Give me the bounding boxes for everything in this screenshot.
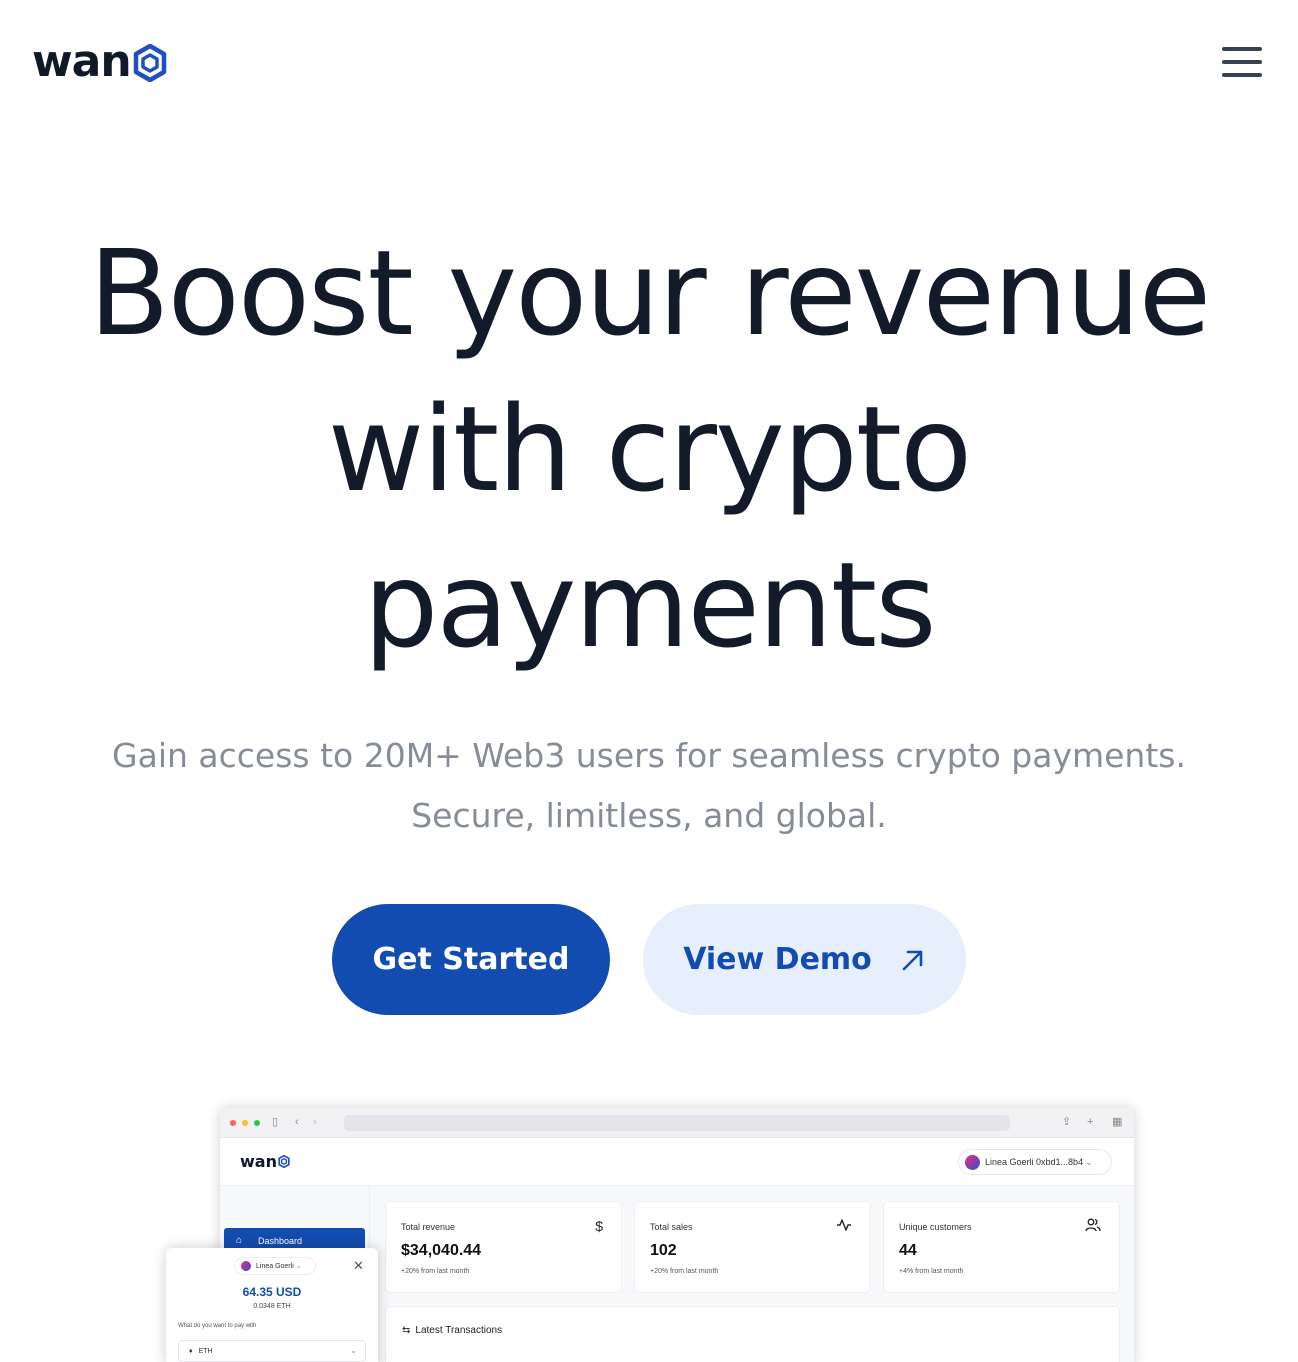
new-tab-icon: + (1087, 1116, 1094, 1128)
stat-card-revenue: Total revenue $ $34,040.44 +20% from las… (385, 1201, 622, 1293)
close-icon: ✕ (353, 1258, 364, 1273)
network-label: Linea Goerli (256, 1262, 294, 1270)
get-started-label: Get Started (372, 942, 570, 977)
preview-main: Total revenue $ $34,040.44 +20% from las… (370, 1186, 1134, 1362)
network-selector: Linea Goerli ⌄ (234, 1257, 316, 1275)
preview-header: wan Linea Goerli 0xbd1...8b4 ⌄ (220, 1138, 1134, 1186)
menu-line (1222, 73, 1262, 77)
maximize-dot-icon (254, 1120, 260, 1126)
sidebar-toggle-icon: ▯ (272, 1116, 279, 1128)
stat-value: $34,040.44 (401, 1242, 482, 1259)
stat-change: +20% from last month (401, 1268, 470, 1275)
view-demo-label: View Demo (683, 942, 872, 977)
get-started-button[interactable]: Get Started (332, 904, 610, 1015)
home-icon: ⌂ (236, 1235, 243, 1246)
forward-icon: › (313, 1116, 317, 1128)
users-icon (1085, 1218, 1101, 1235)
chevron-down-icon: ⌄ (1085, 1156, 1093, 1167)
minimize-dot-icon (242, 1120, 248, 1126)
stat-label: Total sales (650, 1222, 693, 1232)
hero-title-line: payments (363, 536, 936, 674)
preview-logo-text: wan (240, 1152, 277, 1171)
payment-widget: Linea Goerli ⌄ ✕ 64.35 USD 0.0348 ETH Wh… (166, 1248, 378, 1362)
view-demo-button[interactable]: View Demo (643, 904, 966, 1015)
menu-line (1222, 47, 1262, 51)
preview-logo: wan (240, 1152, 290, 1171)
chevron-down-icon: ⌄ (295, 1263, 302, 1270)
activity-icon (836, 1218, 852, 1235)
stat-change: +20% from last month (650, 1268, 719, 1275)
stat-card-sales: Total sales 102 +20% from last month (634, 1201, 871, 1293)
close-dot-icon (230, 1120, 236, 1126)
latest-transactions-card: ⇆ Latest Transactions (385, 1306, 1120, 1362)
transfer-icon: ⇆ (402, 1325, 411, 1336)
wallet-label: Linea Goerli 0xbd1...8b4 (985, 1157, 1084, 1167)
logo-text: wan (32, 36, 132, 87)
stat-change: +4% from last month (899, 1268, 964, 1275)
menu-line (1222, 60, 1262, 64)
dollar-icon: $ (595, 1218, 603, 1234)
chevron-down-icon: ⌄ (350, 1346, 357, 1355)
stat-value: 102 (650, 1242, 677, 1259)
latest-transactions-label: Latest Transactions (415, 1325, 503, 1336)
stat-label: Unique customers (899, 1222, 972, 1232)
hamburger-menu-icon[interactable] (1222, 47, 1262, 81)
payment-amount: 64.35 USD (242, 1285, 302, 1299)
token-select: ♦ ETH ⌄ (178, 1340, 366, 1362)
arrow-up-right-icon (900, 947, 926, 973)
wallet-avatar (965, 1154, 980, 1170)
share-icon: ⇪ (1062, 1116, 1072, 1128)
pay-with-label: What do you want to pay with (178, 1323, 257, 1329)
sidebar-item-label: Dashboard (258, 1236, 303, 1246)
back-icon: ‹ (295, 1116, 299, 1128)
hero-title: Boost your revenue with crypto payments (0, 215, 1298, 683)
token-label: ETH (198, 1347, 213, 1355)
payment-eth-amount: 0.0348 ETH (253, 1303, 291, 1310)
network-avatar (241, 1261, 251, 1271)
hero-title-line: Boost your revenue (88, 224, 1212, 362)
hexagon-logo-icon (133, 44, 166, 82)
url-bar (344, 1115, 1010, 1131)
logo[interactable]: wan (32, 40, 167, 84)
wallet-selector: Linea Goerli 0xbd1...8b4 ⌄ (958, 1149, 1112, 1175)
hero-subtitle: Gain access to 20M+ Web3 users for seaml… (0, 726, 1298, 846)
hexagon-logo-icon (278, 1155, 290, 1168)
tabs-grid-icon: ▦ (1112, 1116, 1123, 1128)
stat-label: Total revenue (401, 1222, 456, 1232)
hero-title-line: with crypto (327, 380, 972, 518)
hero-subtitle-line: Gain access to 20M+ Web3 users for seaml… (112, 736, 1186, 775)
stat-card-customers: Unique customers 44 +4% from last month (883, 1201, 1120, 1293)
latest-transactions-title: ⇆ Latest Transactions (402, 1325, 502, 1336)
stat-value: 44 (899, 1242, 917, 1259)
eth-icon: ♦ (189, 1347, 193, 1355)
hero-subtitle-line: Secure, limitless, and global. (411, 796, 887, 835)
browser-toolbar: ▯ ‹ › ⇪ + ▦ (220, 1108, 1134, 1138)
